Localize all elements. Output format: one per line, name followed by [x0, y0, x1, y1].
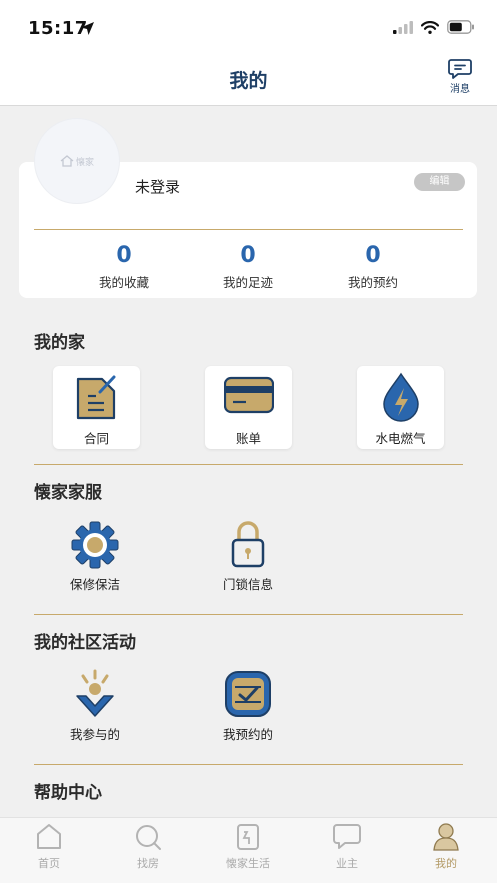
service-label: 门锁信息 — [222, 577, 273, 592]
repair-clean-button[interactable]: 保修保洁 — [45, 518, 145, 593]
lock-icon — [231, 521, 265, 568]
stat-value: 0 — [116, 243, 132, 268]
tab-label: 首页 — [38, 857, 60, 870]
section-title-home-service: 懐家家服 — [34, 483, 102, 503]
message-label: 消息 — [450, 84, 470, 95]
utility-drop-icon — [383, 372, 419, 422]
contract-tile[interactable]: 合同 — [53, 366, 140, 449]
avatar-logo-text: 懐家 — [75, 157, 94, 168]
profile-divider — [34, 229, 463, 230]
avatar-logo: 懐家 — [60, 155, 94, 168]
tab-mine[interactable]: 我的 — [406, 822, 486, 871]
tile-label: 账单 — [235, 431, 261, 446]
stat-value: 0 — [240, 243, 256, 268]
section-title-my-home: 我的家 — [34, 333, 85, 353]
stat-label: 我的收藏 — [98, 275, 149, 290]
tab-owner[interactable]: 业主 — [307, 822, 387, 871]
stat-label: 我的预约 — [347, 275, 398, 290]
tab-label: 业主 — [336, 857, 358, 870]
section-divider — [34, 764, 463, 765]
battery-icon — [447, 20, 474, 34]
contract-icon — [76, 375, 116, 420]
stat-footprints[interactable]: 0 我的足迹 — [198, 242, 298, 291]
participate-icon — [76, 669, 114, 717]
chat-bubble-icon — [333, 824, 361, 849]
nav-bar: 我的 消息 — [0, 58, 497, 106]
avatar[interactable]: 懐家 — [34, 118, 120, 204]
page-title: 我的 — [229, 70, 268, 92]
section-title-help[interactable]: 帮助中心 — [34, 778, 102, 803]
stat-appointments[interactable]: 0 我的预约 — [323, 242, 423, 291]
section-divider — [34, 464, 463, 465]
stat-label: 我的足迹 — [222, 275, 273, 290]
tab-bar: 首页 找房 懐家生活 业主 我的 — [0, 817, 497, 883]
tab-label: 懐家生活 — [226, 857, 270, 870]
tile-label: 水电燃气 — [375, 431, 426, 446]
calendar-check-icon — [225, 671, 271, 717]
participated-button[interactable]: 我参与的 — [45, 668, 145, 743]
gear-icon — [71, 521, 119, 569]
edit-button[interactable]: 编辑 — [414, 173, 465, 191]
utility-tile[interactable]: 水电燃气 — [357, 366, 444, 449]
home-icon — [37, 824, 61, 849]
user-icon — [433, 823, 459, 851]
search-icon — [136, 825, 161, 850]
tab-home[interactable]: 首页 — [9, 822, 89, 871]
status-bar: 15:17 — [0, 0, 497, 58]
service-label: 我参与的 — [69, 727, 120, 742]
service-label: 我预约的 — [222, 727, 273, 742]
tab-life[interactable]: 懐家生活 — [208, 822, 288, 871]
house-logo-icon — [60, 155, 74, 167]
life-icon — [237, 824, 259, 850]
stat-value: 0 — [365, 243, 381, 268]
bill-card-icon — [224, 376, 274, 414]
tab-label: 我的 — [435, 857, 457, 870]
message-icon — [448, 59, 472, 79]
wifi-icon — [421, 20, 439, 34]
service-label: 保修保洁 — [69, 577, 120, 592]
tab-label: 找房 — [137, 857, 159, 870]
door-lock-button[interactable]: 门锁信息 — [198, 518, 298, 593]
message-button[interactable]: 消息 — [445, 58, 475, 95]
cellular-signal-icon — [393, 20, 413, 34]
status-time: 15:17 — [28, 18, 88, 39]
tab-find-house[interactable]: 找房 — [108, 822, 188, 871]
bill-tile[interactable]: 账单 — [205, 366, 292, 449]
reserved-button[interactable]: 我预约的 — [198, 668, 298, 743]
status-indicators — [393, 20, 475, 34]
section-title-community: 我的社区活动 — [34, 633, 136, 653]
location-arrow-icon — [81, 22, 94, 35]
section-divider — [34, 614, 463, 615]
login-status[interactable]: 未登录 — [135, 176, 180, 197]
tile-label: 合同 — [83, 431, 109, 446]
stat-favorites[interactable]: 0 我的收藏 — [74, 242, 174, 291]
